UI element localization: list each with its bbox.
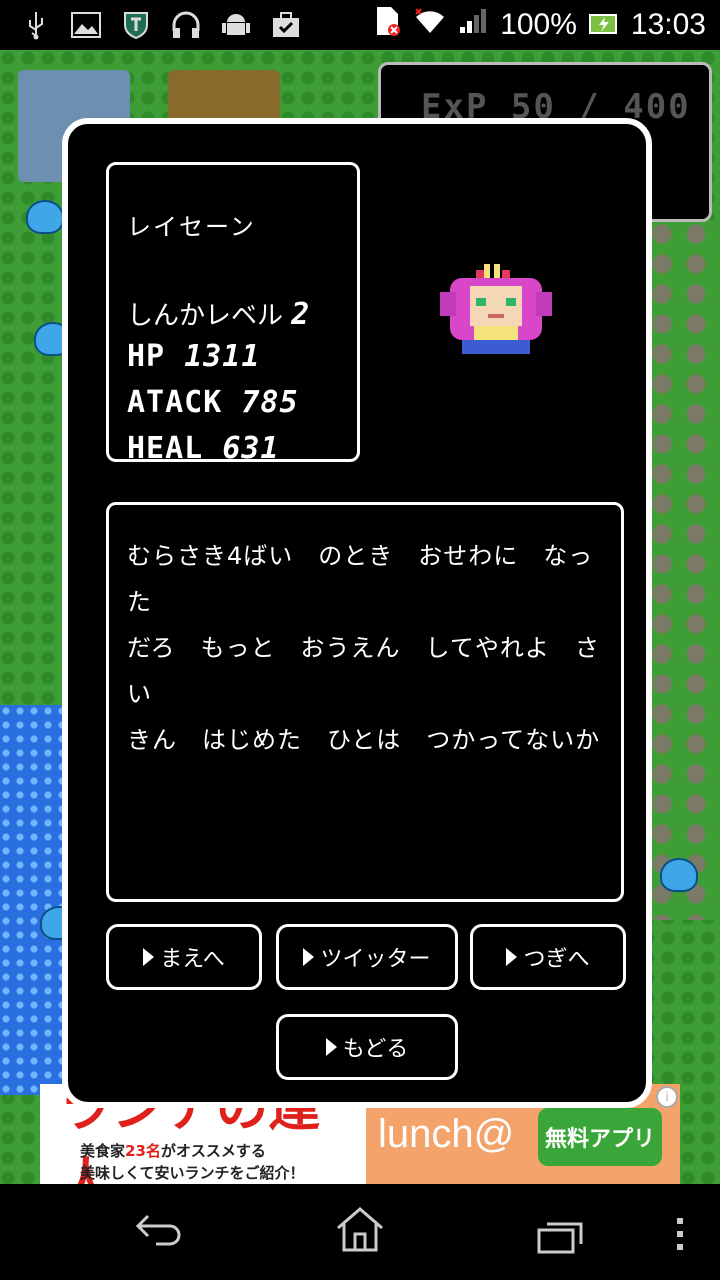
ad-line1: 美食家23名がオススメする — [80, 1140, 266, 1161]
character-sprite — [440, 264, 552, 356]
play-arrow-icon — [325, 1038, 337, 1056]
home-nav-icon[interactable] — [334, 1206, 386, 1258]
heal-stat: HEAL 631 — [127, 431, 280, 462]
navigation-bar — [0, 1184, 720, 1280]
wifi-icon — [414, 7, 446, 43]
back-button[interactable]: もどる — [276, 1014, 458, 1080]
atack-label: ATACK — [127, 385, 223, 420]
slime-sprite — [660, 858, 698, 892]
briefcase-icon — [270, 10, 302, 40]
prev-button-label: まえへ — [160, 947, 225, 972]
recent-apps-icon[interactable] — [536, 1220, 584, 1258]
evolution-level: しんかレベル 2 — [127, 295, 309, 332]
level-value: 2 — [291, 297, 310, 332]
status-box: レイセーン しんかレベル 2 HP 1311 ATACK 785 HEAL 63… — [106, 162, 360, 462]
battery-icon — [588, 8, 619, 43]
character-dialog: レイセーン しんかレベル 2 HP 1311 ATACK 785 HEAL 63… — [62, 118, 652, 1108]
sim-error-icon — [374, 5, 402, 45]
overflow-menu-icon[interactable] — [674, 1216, 686, 1256]
usb-icon — [20, 10, 52, 40]
ad-brand: lunch@ — [378, 1112, 515, 1156]
hill-area — [650, 220, 720, 920]
android-icon — [220, 10, 252, 40]
twitter-button-label: ツイッター — [320, 947, 431, 972]
back-button-label: もどる — [342, 1037, 409, 1062]
back-nav-icon[interactable] — [134, 1210, 184, 1254]
signal-icon — [458, 7, 488, 43]
message-box: むらさき4ばい のとき おせわに なった だろ もっと おうえん してやれよ さ… — [106, 502, 624, 902]
ad-cta-button[interactable]: 無料アプリ — [538, 1108, 662, 1166]
heal-value: 631 — [222, 431, 280, 462]
atack-value: 785 — [241, 385, 299, 420]
status-bar: 100% 13:03 — [0, 0, 720, 50]
play-arrow-icon — [506, 948, 518, 966]
ad-info-icon[interactable]: i — [656, 1086, 678, 1108]
next-button-label: つぎへ — [523, 947, 590, 972]
twitter-button[interactable]: ツイッター — [276, 924, 458, 990]
ad-line2: 美味しくて安いランチをご紹介！ — [80, 1164, 305, 1182]
hp-value: 1311 — [184, 339, 261, 374]
hp-stat: HP 1311 — [127, 339, 260, 374]
play-arrow-icon — [303, 948, 315, 966]
next-button[interactable]: つぎへ — [470, 924, 626, 990]
shield-icon — [120, 10, 152, 40]
slime-sprite — [26, 200, 64, 234]
headphones-icon — [170, 10, 202, 40]
prev-button[interactable]: まえへ — [106, 924, 262, 990]
battery-percent: 100% — [500, 8, 577, 41]
atack-stat: ATACK 785 — [127, 385, 299, 420]
level-label: しんかレベル — [127, 301, 284, 331]
heal-label: HEAL — [127, 431, 204, 462]
ad-line1-b: 23名 — [125, 1142, 161, 1160]
message-text: むらさき4ばい のとき おせわに なった だろ もっと おうえん してやれよ さ… — [127, 542, 601, 754]
ad-line1-a: 美食家 — [80, 1142, 126, 1160]
play-arrow-icon — [143, 948, 155, 966]
clock: 13:03 — [630, 8, 706, 41]
character-name: レイセーン — [127, 213, 256, 241]
image-icon — [70, 10, 102, 40]
ad-line1-c: がオススメする — [160, 1142, 266, 1160]
hp-label: HP — [127, 339, 166, 374]
